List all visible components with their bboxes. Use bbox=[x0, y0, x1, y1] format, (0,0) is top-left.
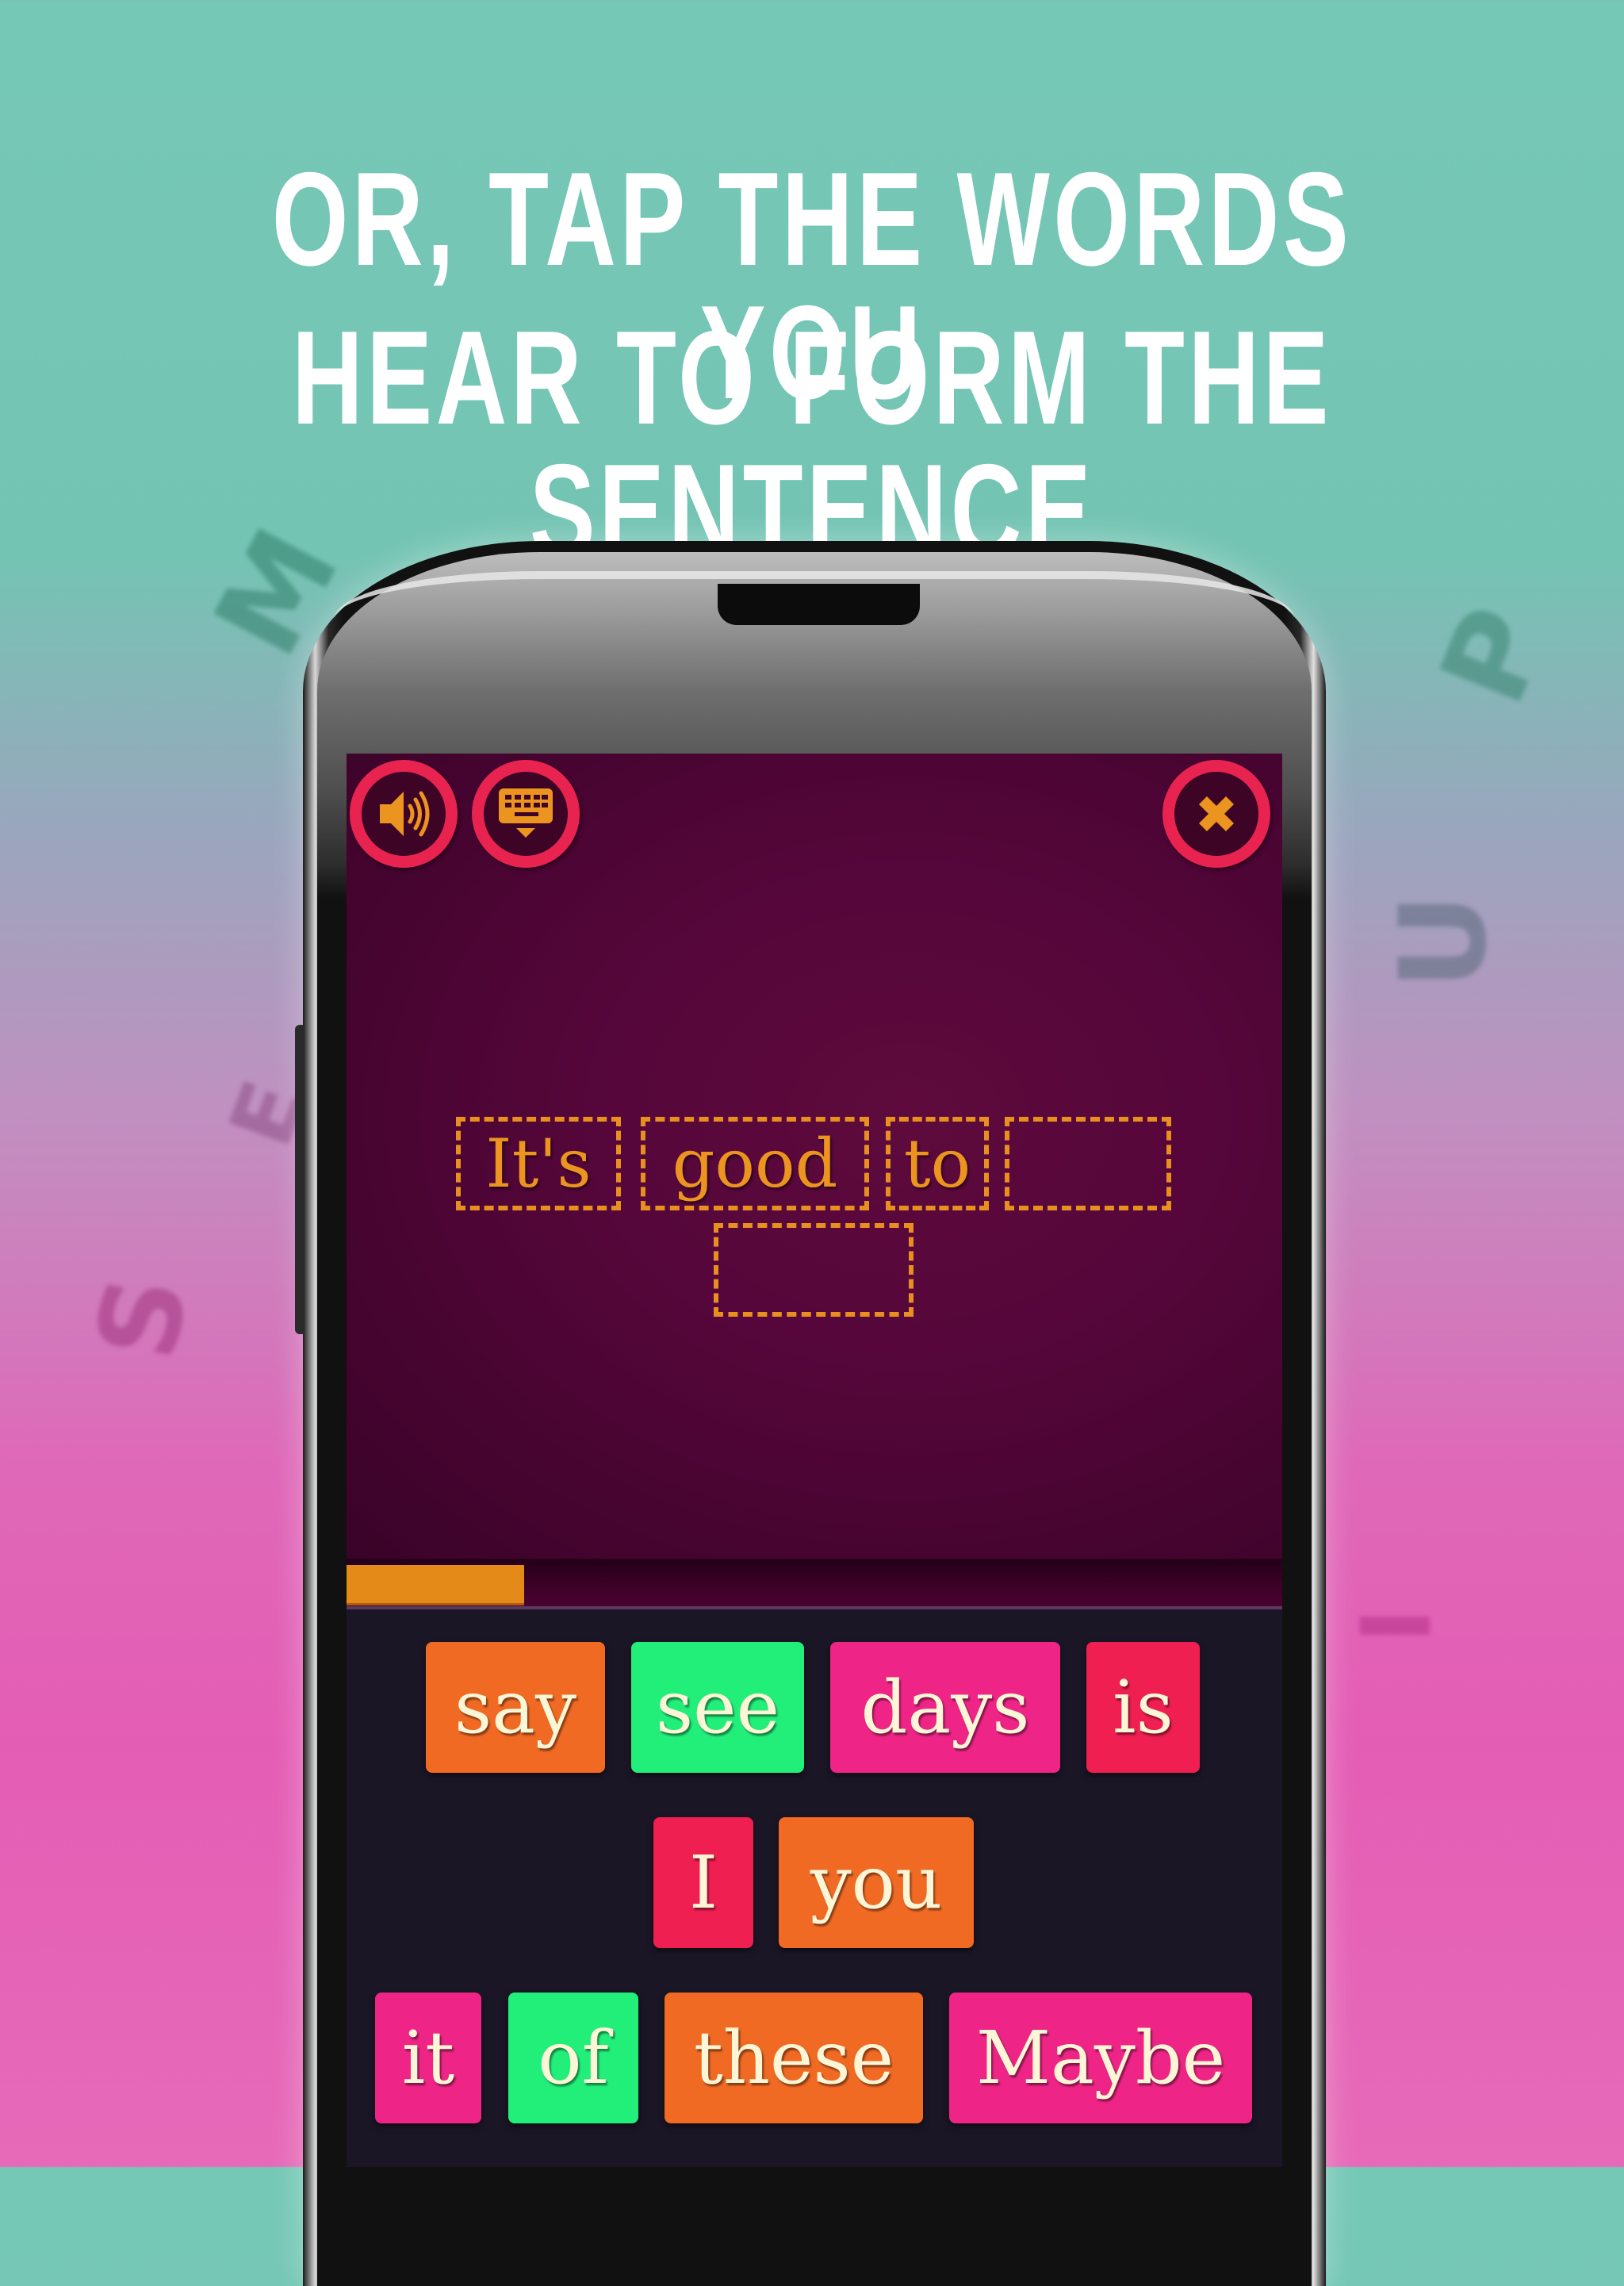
word-tile[interactable]: see bbox=[631, 1642, 804, 1773]
word-tile[interactable]: is bbox=[1086, 1642, 1200, 1773]
word-tile[interactable]: I bbox=[653, 1817, 753, 1948]
background-letter-u: U bbox=[1374, 893, 1513, 990]
background-letter-s: S bbox=[72, 1267, 214, 1369]
play-sound-button[interactable] bbox=[350, 760, 458, 868]
word-tile[interactable]: you bbox=[779, 1817, 974, 1948]
sentence-slot[interactable]: to bbox=[886, 1117, 989, 1210]
sentence-slot-empty[interactable] bbox=[714, 1223, 914, 1317]
background-letter-i: I bbox=[1342, 1608, 1453, 1644]
speaker-icon bbox=[380, 791, 430, 837]
word-tile[interactable]: Maybe bbox=[949, 1993, 1252, 2123]
progress-bar-fill bbox=[347, 1565, 525, 1605]
word-tile[interactable]: it bbox=[375, 1993, 481, 2123]
phone-side-button bbox=[295, 1025, 304, 1334]
app-screen: It's good to say see days is I you it of… bbox=[347, 754, 1282, 2167]
word-tile[interactable]: say bbox=[426, 1642, 605, 1773]
divider bbox=[347, 1606, 1282, 1609]
word-tile[interactable]: days bbox=[830, 1642, 1060, 1773]
word-tile[interactable]: of bbox=[508, 1993, 638, 2123]
phone-speaker-grille bbox=[718, 584, 920, 625]
close-button[interactable] bbox=[1162, 760, 1270, 868]
word-tile[interactable]: these bbox=[665, 1993, 923, 2123]
keyboard-input-button[interactable] bbox=[472, 760, 580, 868]
background-letter-p: P bbox=[1414, 589, 1576, 723]
sentence-area: It's good to bbox=[347, 754, 1282, 1559]
progress-bar bbox=[347, 1559, 1282, 1606]
sentence-slot[interactable]: good bbox=[641, 1117, 869, 1210]
headline-line-2: HEAR TO FORM THE SENTENCE bbox=[292, 303, 1332, 585]
sentence-slot-empty[interactable] bbox=[1005, 1117, 1171, 1210]
sentence-slot[interactable]: It's bbox=[456, 1117, 621, 1210]
close-x-icon bbox=[1199, 796, 1234, 831]
keyboard-icon bbox=[499, 788, 553, 838]
